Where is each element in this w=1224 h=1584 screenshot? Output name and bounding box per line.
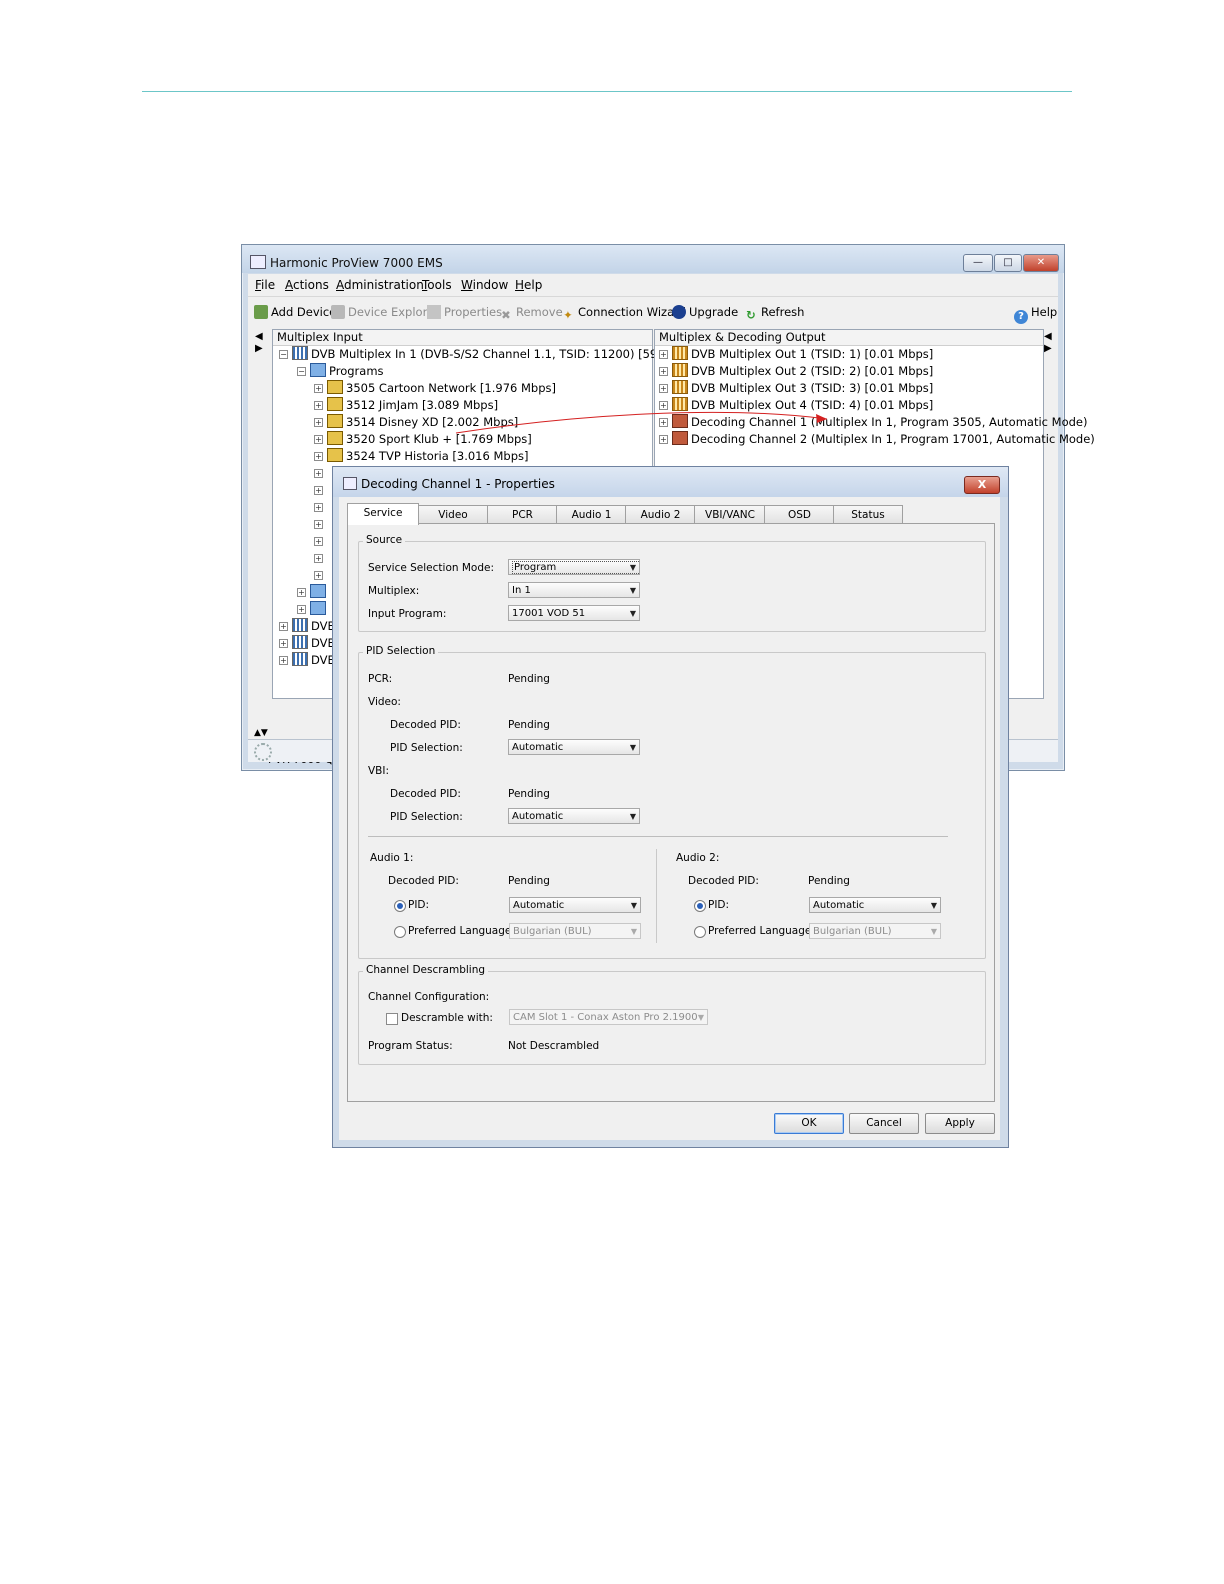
dialog-body: Service Video PCR Audio 1 Audio 2 VBI/VA… xyxy=(339,497,1000,1140)
service-selection-mode-value: Program xyxy=(512,561,639,574)
descramble-with-label: Descramble with: xyxy=(401,1012,493,1024)
service-tab-pane: Source Service Selection Mode: Program ▼ … xyxy=(347,523,995,1102)
audio2-language-value: Bulgarian (BUL) xyxy=(813,926,892,937)
dialog-title-bar: Decoding Channel 1 - Properties X xyxy=(333,467,1008,497)
chevron-down-icon: ▼ xyxy=(630,927,637,936)
chevron-down-icon: ▼ xyxy=(630,901,637,910)
descramble-with-select[interactable]: CAM Slot 1 - Conax Aston Pro 2.1900 ▼ xyxy=(509,1009,708,1025)
tab-video[interactable]: Video xyxy=(417,505,489,524)
audio1-pid-radio[interactable] xyxy=(394,900,406,912)
connection-arrow-line xyxy=(455,411,828,434)
audio1-language-select[interactable]: Bulgarian (BUL) ▼ xyxy=(509,923,641,939)
tab-vbi-vanc[interactable]: VBI/VANC xyxy=(694,505,766,524)
vbi-pid-selection-select[interactable]: Automatic ▼ xyxy=(508,808,640,824)
chevron-down-icon: ▼ xyxy=(629,563,636,572)
cancel-button[interactable]: Cancel xyxy=(849,1113,919,1134)
chevron-down-icon: ▼ xyxy=(629,812,636,821)
pcr-label: PCR: xyxy=(368,673,393,685)
vbi-decoded-pid-label: Decoded PID: xyxy=(390,788,461,800)
video-decoded-pid-label: Decoded PID: xyxy=(390,719,461,731)
audio1-label: Audio 1: xyxy=(370,852,414,864)
audio2-pid-radio[interactable] xyxy=(694,900,706,912)
audio1-pid-select[interactable]: Automatic ▼ xyxy=(509,897,641,913)
source-group-label: Source xyxy=(363,534,406,546)
tab-audio-2[interactable]: Audio 2 xyxy=(625,505,696,524)
chevron-down-icon: ▼ xyxy=(930,927,937,936)
chevron-down-icon: ▼ xyxy=(629,743,636,752)
video-label: Video: xyxy=(368,696,401,708)
audio2-label: Audio 2: xyxy=(676,852,720,864)
audio1-language-value: Bulgarian (BUL) xyxy=(513,926,592,937)
input-program-label: Input Program: xyxy=(368,608,447,620)
audio1-language-label: Preferred Language: xyxy=(408,925,515,937)
service-selection-mode-select[interactable]: Program ▼ xyxy=(508,559,640,575)
audio2-language-radio[interactable] xyxy=(694,926,706,938)
chevron-down-icon: ▼ xyxy=(629,586,636,595)
connection-arrow-head xyxy=(816,414,827,423)
video-decoded-pid-value: Pending xyxy=(508,719,550,731)
vbi-label: VBI: xyxy=(368,765,390,777)
audio1-decoded-pid-label: Decoded PID: xyxy=(388,875,459,887)
audio2-decoded-pid-value: Pending xyxy=(808,875,850,887)
chevron-down-icon: ▼ xyxy=(930,901,937,910)
descrambling-group-label: Channel Descrambling xyxy=(363,964,489,976)
audio2-language-select[interactable]: Bulgarian (BUL) ▼ xyxy=(809,923,941,939)
audio1-decoded-pid-value: Pending xyxy=(508,875,550,887)
pid-selection-group: PID Selection PCR: Pending Video: Decode… xyxy=(358,645,986,959)
chevron-down-icon: ▼ xyxy=(697,1013,704,1022)
tab-status[interactable]: Status xyxy=(833,505,903,524)
input-program-select[interactable]: 17001 VOD 51 ▼ xyxy=(508,605,640,621)
multiplex-select[interactable]: In 1 ▼ xyxy=(508,582,640,598)
pid-selection-group-label: PID Selection xyxy=(363,645,439,657)
audio2-language-label: Preferred Language: xyxy=(708,925,815,937)
source-group: Source Service Selection Mode: Program ▼ … xyxy=(358,534,986,632)
input-program-value: 17001 VOD 51 xyxy=(512,608,586,619)
audio1-pid-value: Automatic xyxy=(513,900,565,911)
divider xyxy=(368,836,948,837)
chevron-down-icon: ▼ xyxy=(629,609,636,618)
tab-pcr[interactable]: PCR xyxy=(487,505,558,524)
properties-dialog: Decoding Channel 1 - Properties X Servic… xyxy=(332,466,1009,1148)
channel-configuration-label: Channel Configuration: xyxy=(368,991,490,1003)
vbi-pid-selection-label: PID Selection: xyxy=(390,811,463,823)
apply-button[interactable]: Apply xyxy=(925,1113,995,1134)
service-selection-mode-label: Service Selection Mode: xyxy=(368,562,495,574)
multiplex-value: In 1 xyxy=(512,585,531,596)
video-pid-selection-select[interactable]: Automatic ▼ xyxy=(508,739,640,755)
audio1-language-radio[interactable] xyxy=(394,926,406,938)
program-status-label: Program Status: xyxy=(368,1040,453,1052)
multiplex-label: Multiplex: xyxy=(368,585,420,597)
dialog-title: Decoding Channel 1 - Properties xyxy=(361,477,555,491)
video-pid-selection-value: Automatic xyxy=(512,742,564,753)
audio2-pid-value: Automatic xyxy=(813,900,865,911)
vbi-pid-selection-value: Automatic xyxy=(512,811,564,822)
descramble-with-value: CAM Slot 1 - Conax Aston Pro 2.1900 xyxy=(513,1012,698,1023)
vbi-decoded-pid-value: Pending xyxy=(508,788,550,800)
tab-audio-1[interactable]: Audio 1 xyxy=(556,505,627,524)
tab-osd[interactable]: OSD xyxy=(764,505,835,524)
audio-divider xyxy=(656,849,657,943)
program-status-value: Not Descrambled xyxy=(508,1040,600,1052)
video-pid-selection-label: PID Selection: xyxy=(390,742,463,754)
tab-service[interactable]: Service xyxy=(347,503,419,525)
dialog-icon xyxy=(343,477,357,490)
page-header-rule xyxy=(142,91,1072,92)
descramble-checkbox[interactable] xyxy=(386,1013,398,1025)
audio2-pid-select[interactable]: Automatic ▼ xyxy=(809,897,941,913)
audio2-decoded-pid-label: Decoded PID: xyxy=(688,875,759,887)
audio2-pid-label: PID: xyxy=(708,899,730,911)
pcr-value: Pending xyxy=(508,673,550,685)
audio1-pid-label: PID: xyxy=(408,899,430,911)
ok-button[interactable]: OK xyxy=(774,1113,844,1134)
dialog-close-button[interactable]: X xyxy=(964,476,1000,494)
descrambling-group: Channel Descrambling Channel Configurati… xyxy=(358,964,986,1065)
